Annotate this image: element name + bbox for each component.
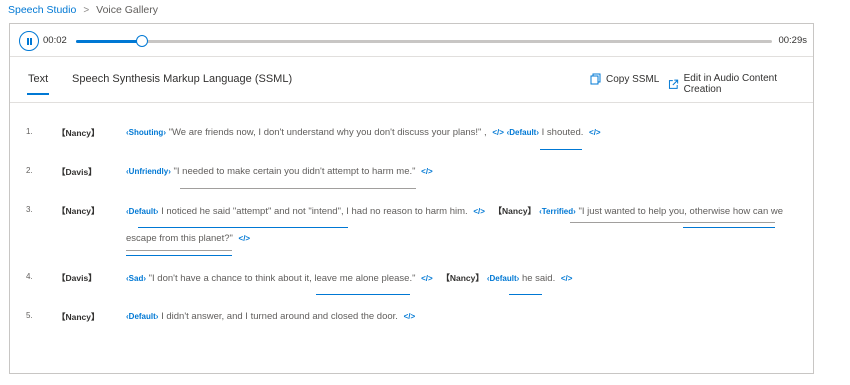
total-time: 00:29s — [778, 35, 807, 46]
utterance-underline — [138, 227, 348, 228]
utterance-underline — [570, 222, 775, 223]
speaker-label[interactable]: 【Nancy】 — [57, 127, 100, 139]
edit-in-acc-label: Edit in Audio Content Creation — [683, 73, 778, 95]
open-external-icon — [668, 79, 679, 89]
utterance-text[interactable]: "I just wanted to help you, otherwise ho… — [578, 206, 783, 217]
progress-track[interactable] — [76, 35, 772, 47]
utterance-text[interactable]: I shouted. — [542, 127, 584, 138]
current-time: 00:02 — [43, 35, 67, 46]
style-tag[interactable]: ‹Default› — [126, 312, 158, 321]
edit-in-acc-button[interactable]: Edit in Audio Content Creation — [668, 73, 813, 95]
style-tag[interactable]: ‹Unfriendly› — [126, 167, 171, 176]
utterance-text[interactable]: "We are friends now, I don't understand … — [169, 127, 487, 138]
line-number: 5. — [26, 311, 33, 320]
speaker-label[interactable]: 【Davis】 — [57, 166, 97, 178]
style-tag[interactable]: ‹Shouting› — [126, 128, 166, 137]
tab-text[interactable]: Text — [28, 73, 48, 85]
style-tag[interactable]: ‹Default› — [487, 274, 519, 283]
tab-bar: Text Speech Synthesis Markup Language (S… — [10, 58, 813, 103]
line-number: 4. — [26, 272, 33, 281]
active-tab-indicator — [27, 93, 49, 95]
pause-icon — [27, 38, 29, 45]
code-tag-icon[interactable]: </> — [404, 312, 416, 321]
code-tag-icon[interactable]: </> — [239, 234, 251, 243]
copy-ssml-label: Copy SSML — [606, 73, 660, 85]
line-number: 1. — [26, 127, 33, 136]
chevron-right-icon: > — [83, 4, 90, 16]
utterance-text[interactable]: "I don't have a chance to think about it… — [149, 273, 416, 284]
code-tag-icon[interactable]: </> — [421, 167, 433, 176]
utterance-underline — [180, 188, 416, 189]
style-tag[interactable]: ‹Default› — [507, 128, 539, 137]
breadcrumb: Speech Studio > Voice Gallery — [8, 3, 158, 17]
line-number: 3. — [26, 205, 33, 214]
utterance-underline — [126, 250, 232, 251]
style-tag[interactable]: ‹Default› — [126, 207, 158, 216]
code-tag-icon[interactable]: </> — [561, 274, 573, 283]
tab-ssml[interactable]: Speech Synthesis Markup Language (SSML) — [72, 73, 292, 85]
speaker-label[interactable]: 【Nancy】 — [494, 206, 537, 216]
utterance-text[interactable]: escape from this planet?" — [126, 233, 233, 244]
utterance-underline — [540, 149, 582, 150]
utterance-text[interactable]: I didn't answer, and I turned around and… — [161, 311, 398, 322]
code-tag-icon[interactable]: </> — [473, 207, 485, 216]
speaker-label[interactable]: 【Nancy】 — [57, 311, 100, 323]
pause-button[interactable] — [19, 31, 39, 51]
code-tag-icon[interactable]: </> — [421, 274, 433, 283]
progress-thumb[interactable] — [136, 35, 149, 47]
voice-gallery-panel: 00:02 00:29s Text Speech Synthesis Marku… — [9, 23, 814, 374]
speaker-label[interactable]: 【Davis】 — [57, 272, 97, 284]
utterance-text[interactable]: "I needed to make certain you didn't att… — [174, 166, 416, 177]
code-tag-icon[interactable]: </> — [589, 128, 601, 137]
speaker-label[interactable]: 【Nancy】 — [441, 273, 484, 283]
style-tag[interactable]: ‹Sad› — [126, 274, 146, 283]
code-tag-icon[interactable]: </> — [492, 128, 504, 137]
utterance-underline — [126, 255, 232, 256]
utterance-text[interactable]: he said. — [522, 273, 555, 284]
progress-fill — [76, 40, 143, 43]
audio-player: 00:02 00:29s — [10, 24, 813, 57]
style-tag[interactable]: ‹Terrified› — [539, 207, 576, 216]
utterance-text[interactable]: I noticed he said "attempt" and not "int… — [161, 206, 468, 217]
utterance-underline — [509, 294, 542, 295]
breadcrumb-speech-studio[interactable]: Speech Studio — [8, 4, 76, 16]
utterance-underline — [316, 294, 410, 295]
line-number: 2. — [26, 166, 33, 175]
speaker-label[interactable]: 【Nancy】 — [57, 205, 100, 217]
breadcrumb-voice-gallery: Voice Gallery — [96, 4, 159, 16]
copy-icon — [590, 73, 601, 85]
utterance-underline — [683, 227, 775, 228]
copy-ssml-button[interactable]: Copy SSML — [590, 73, 659, 85]
